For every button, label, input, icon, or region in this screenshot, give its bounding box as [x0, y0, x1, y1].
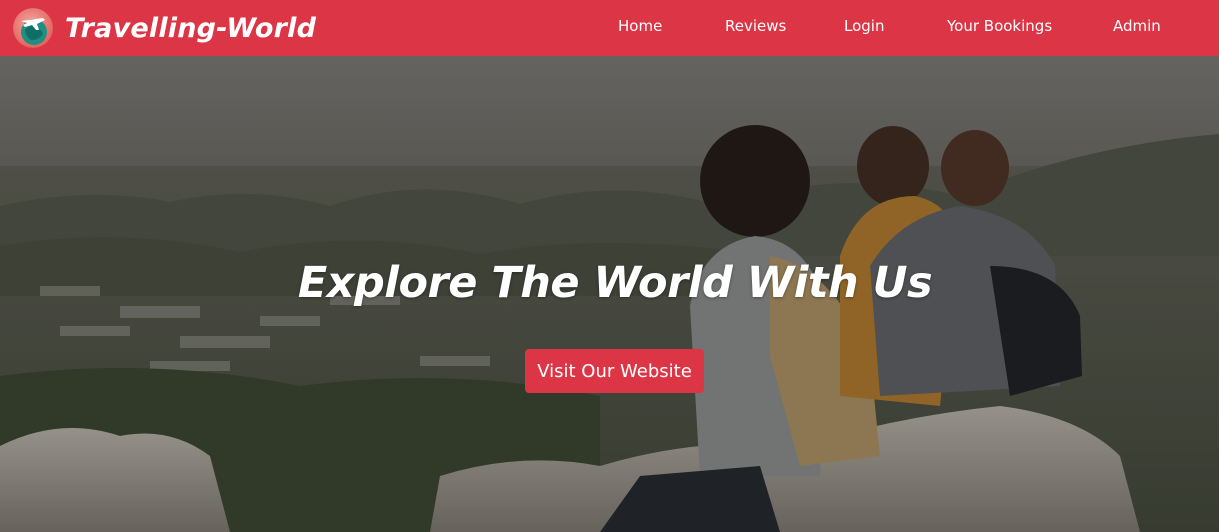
hero-section: Explore The World With Us Visit Our Webs… [0, 56, 1219, 532]
top-navbar: Travelling-World Home Reviews Login Your… [0, 0, 1219, 56]
nav-admin[interactable]: Admin [1113, 17, 1161, 35]
nav-links: Home Reviews Login Your Bookings Admin [0, 0, 1219, 56]
nav-home[interactable]: Home [618, 17, 662, 35]
nav-your-bookings[interactable]: Your Bookings [947, 17, 1052, 35]
nav-login[interactable]: Login [844, 17, 884, 35]
nav-reviews[interactable]: Reviews [725, 17, 786, 35]
visit-website-button[interactable]: Visit Our Website [525, 349, 704, 393]
hero-title: Explore The World With Us [297, 258, 933, 308]
